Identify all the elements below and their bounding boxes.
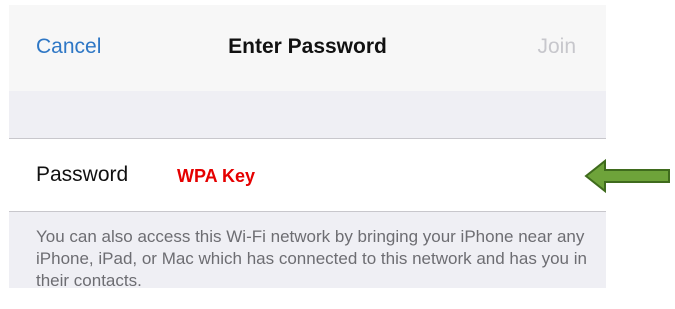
left-arrow-icon [584,158,670,194]
password-label: Password [36,163,129,186]
wifi-password-screen: Cancel Enter Password Join Password WPA … [9,5,606,288]
navigation-bar: Cancel Enter Password Join [9,5,606,91]
footer-text: You can also access this Wi-Fi network b… [36,227,587,288]
join-button[interactable]: Join [537,35,576,59]
password-cell[interactable]: Password WPA Key [9,139,606,211]
page-title: Enter Password [228,35,387,58]
divider-bottom [9,211,606,212]
section-gap [9,91,606,139]
wpa-key-annotation: WPA Key [177,166,256,186]
arrow-shape [584,158,670,194]
